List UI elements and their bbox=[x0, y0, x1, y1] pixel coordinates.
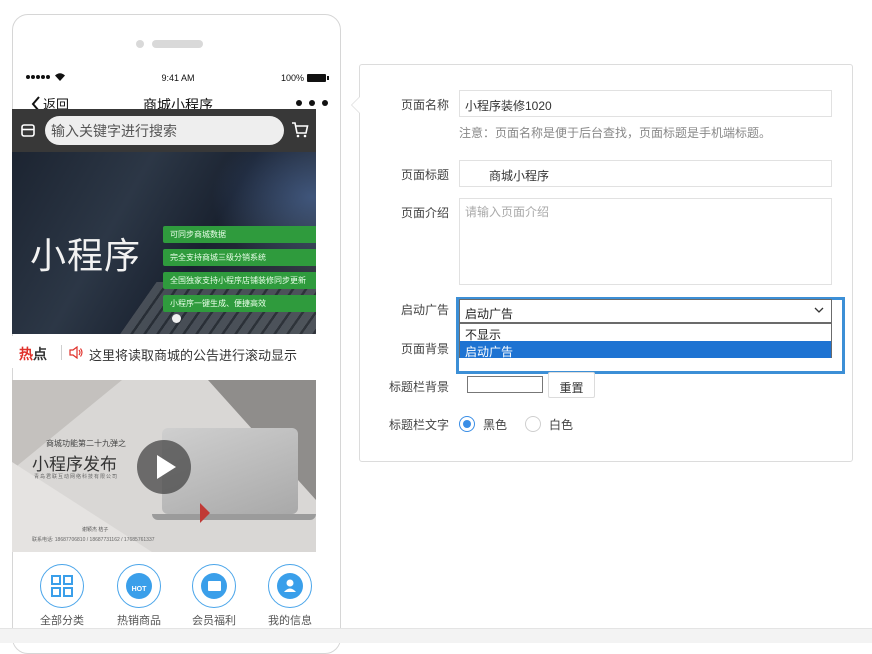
carousel-indicator[interactable] bbox=[172, 314, 181, 323]
page-intro-textarea[interactable]: 请输入页面介绍 bbox=[459, 198, 832, 285]
titlebar-text-label: 标题栏文字 bbox=[388, 418, 449, 432]
bottom-toolbar bbox=[0, 628, 872, 643]
titlebar-bg-label: 标题栏背景 bbox=[388, 380, 449, 394]
category-button-1[interactable]: HOT bbox=[117, 564, 161, 608]
svg-text:HOT: HOT bbox=[132, 586, 148, 593]
category-button-2[interactable] bbox=[192, 564, 236, 608]
category-label: 热销商品 bbox=[117, 615, 161, 627]
battery-percent: 100% bbox=[280, 73, 304, 83]
hot-badge-black: 点 bbox=[33, 346, 47, 362]
video-company: 青岛君联互动网络科技有限公司 bbox=[34, 474, 119, 480]
play-button[interactable] bbox=[137, 440, 191, 494]
page-background-label: 页面背景 bbox=[400, 342, 449, 356]
banner-title: 小程序 bbox=[30, 235, 142, 276]
page-name-label: 页面名称 bbox=[400, 98, 449, 112]
status-bar: 9:41 AM 100% bbox=[26, 72, 330, 86]
radio-white-label: 白色 bbox=[549, 418, 574, 432]
page-title-label: 页面标题 bbox=[400, 168, 449, 182]
titlebar-bg-color-picker[interactable] bbox=[467, 376, 543, 393]
category-button-0[interactable] bbox=[40, 564, 84, 608]
banner-feature: 小程序一键生成、便捷高效 bbox=[163, 295, 316, 312]
wallet-icon bbox=[208, 581, 221, 591]
launch-ad-selected: 启动广告 bbox=[465, 307, 514, 321]
chevron-down-icon bbox=[814, 307, 824, 313]
banner-feature: 可同步商城数据 bbox=[163, 226, 316, 243]
banner-feature: 完全支持商城三级分销系统 bbox=[163, 249, 316, 266]
more-icon[interactable] bbox=[296, 100, 328, 106]
page-name-hint: 注意：页面名称是便于后台查找，页面标题是手机端标题。 bbox=[459, 126, 772, 140]
launch-ad-label: 启动广告 bbox=[400, 303, 449, 317]
hot-icon: HOT bbox=[132, 586, 148, 593]
dropdown-option-selected[interactable]: 启动广告 bbox=[460, 341, 831, 359]
grid-icon bbox=[51, 575, 73, 597]
page-title-input[interactable]: 商城小程序 bbox=[459, 160, 832, 187]
video-title: 小程序发布 bbox=[32, 455, 117, 474]
store-icon[interactable] bbox=[20, 122, 36, 138]
launch-ad-select[interactable]: 启动广告 bbox=[459, 299, 832, 323]
category-label: 我的信息 bbox=[268, 615, 312, 627]
panel-pointer-inner bbox=[352, 97, 360, 113]
speaker-icon bbox=[69, 346, 83, 359]
dropdown-option[interactable]: 不显示 bbox=[460, 324, 831, 342]
battery-icon bbox=[307, 74, 329, 82]
launch-ad-options: 不显示 启动广告 bbox=[459, 323, 832, 359]
camera-dot bbox=[136, 40, 144, 48]
radio-black[interactable] bbox=[459, 416, 475, 432]
hot-badge-red: 热 bbox=[19, 346, 33, 362]
reset-button[interactable]: 重置 bbox=[548, 372, 595, 398]
search-bar: 输入关键字进行搜索 bbox=[12, 109, 316, 152]
banner-carousel[interactable]: 小程序 可同步商城数据 完全支持商城三级分销系统 全国独家支持小程序店铺装修同步… bbox=[12, 152, 316, 334]
play-icon bbox=[157, 455, 176, 479]
page-intro-label: 页面介绍 bbox=[400, 206, 449, 220]
divider bbox=[61, 345, 62, 360]
category-label: 会员福利 bbox=[192, 615, 236, 627]
video-subtitle: 商城功能第二十九弹之 bbox=[46, 439, 126, 448]
user-icon bbox=[284, 579, 296, 592]
video-block[interactable]: 商城功能第二十九弹之 小程序发布 青岛君联互动网络科技有限公司 谢颖杰 桔子 联… bbox=[12, 380, 316, 552]
page-name-input[interactable]: 小程序装修1020 bbox=[459, 90, 832, 117]
hot-badge: 热点 bbox=[19, 344, 47, 364]
cart-icon[interactable] bbox=[291, 121, 309, 139]
search-input[interactable]: 输入关键字进行搜索 bbox=[45, 116, 284, 145]
radio-black-label: 黑色 bbox=[483, 418, 508, 432]
category-button-3[interactable] bbox=[268, 564, 312, 608]
speaker-bar bbox=[152, 40, 203, 48]
video-footer: 联系电话: 18687706810 / 18687731162 / 176857… bbox=[32, 537, 155, 543]
banner-feature: 全国独家支持小程序店铺装修同步更新 bbox=[163, 272, 316, 289]
radio-white[interactable] bbox=[525, 416, 541, 432]
category-label: 全部分类 bbox=[40, 615, 84, 627]
notice-text: 这里将读取商城的公告进行滚动显示 bbox=[89, 348, 298, 363]
video-people: 谢颖杰 桔子 bbox=[82, 527, 109, 533]
notice-bar[interactable]: 热点 这里将读取商城的公告进行滚动显示 bbox=[12, 336, 316, 368]
